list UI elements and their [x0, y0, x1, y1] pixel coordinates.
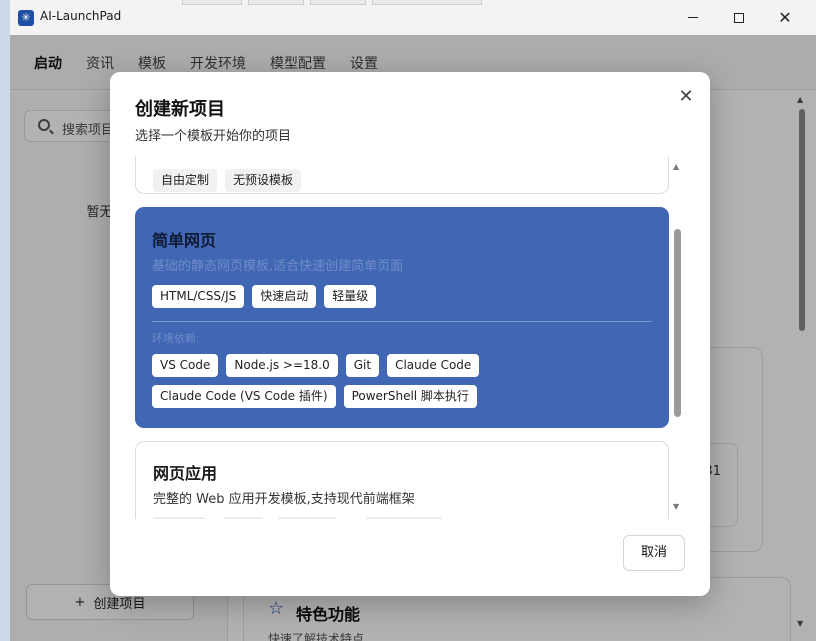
template-description: 基础的静态网页模板,适合快速创建简单页面 [152, 259, 404, 274]
close-icon: ✕ [678, 86, 694, 107]
template-tag: 自由定制 [153, 169, 218, 192]
env-tag: PowerShell 脚本执行 [343, 385, 477, 408]
card-divider [152, 321, 652, 322]
template-tag: HTML/CSS/JS [152, 285, 245, 308]
template-list-scroll-thumb[interactable] [674, 229, 681, 417]
template-title: 简单网页 [152, 231, 217, 250]
template-card-custom[interactable]: 自由定制 无预设模板 [135, 156, 669, 194]
env-dependency-tags: VS Code Node.js >=18.0 Git Claude Code C… [152, 354, 662, 408]
template-tags: 自由定制 无预设模板 [153, 169, 663, 192]
env-tag: Git [345, 354, 380, 377]
create-project-dialog: 创建新项目 选择一个模板开始你的项目 ✕ 自由定制 无预设模板 简单网页 基础的… [110, 72, 710, 596]
template-list-scrollbar[interactable]: ▲ ▼ [672, 156, 684, 519]
env-tag: Node.js >=18.0 [226, 354, 338, 377]
dialog-title: 创建新项目 [135, 99, 225, 120]
template-tag: 快速启动 [252, 285, 317, 308]
cancel-button[interactable]: 取消 [623, 535, 685, 571]
template-card-web-app[interactable]: 网页应用 完整的 Web 应用开发模板,支持现代前端框架 [135, 441, 669, 519]
minimize-icon [688, 17, 698, 18]
template-tag-cutoff [278, 517, 336, 519]
tab-peek [372, 0, 482, 5]
template-tag: 无预设模板 [225, 169, 302, 192]
env-tag: Claude Code [387, 354, 480, 377]
template-list: 自由定制 无预设模板 简单网页 基础的静态网页模板,适合快速创建简单页面 HTM… [135, 156, 671, 519]
scroll-down-arrow-icon[interactable]: ▼ [673, 502, 679, 511]
window-title: AI-LaunchPad [40, 9, 122, 23]
env-tag: Claude Code (VS Code 插件) [152, 385, 336, 408]
dialog-close-button[interactable]: ✕ [675, 86, 697, 108]
dialog-subtitle: 选择一个模板开始你的项目 [135, 129, 292, 144]
title-bar: ✳ AI-LaunchPad ✕ [10, 0, 816, 35]
tab-peek [248, 0, 304, 5]
close-icon: ✕ [778, 7, 792, 27]
app-logo-icon: ✳ [18, 10, 34, 26]
template-tag-cutoff [223, 517, 263, 519]
template-description: 完整的 Web 应用开发模板,支持现代前端框架 [153, 492, 415, 507]
env-deps-label: 环境依赖: [152, 332, 200, 345]
minimize-button[interactable] [670, 0, 716, 35]
template-tag-cutoff [366, 517, 442, 519]
tab-peek [310, 0, 366, 5]
scroll-up-arrow-icon[interactable]: ▲ [673, 162, 679, 171]
template-title: 网页应用 [153, 464, 218, 483]
maximize-button[interactable] [716, 0, 762, 35]
env-tag: VS Code [152, 354, 219, 377]
template-card-simple-web[interactable]: 简单网页 基础的静态网页模板,适合快速创建简单页面 HTML/CSS/JS 快速… [135, 207, 669, 428]
template-tag: 轻量级 [324, 285, 377, 308]
template-tag-cutoff [153, 517, 205, 519]
maximize-icon [734, 12, 744, 23]
template-tags: HTML/CSS/JS 快速启动 轻量级 [152, 285, 662, 308]
window-close-button[interactable]: ✕ [762, 0, 808, 35]
tab-peek [182, 0, 242, 5]
